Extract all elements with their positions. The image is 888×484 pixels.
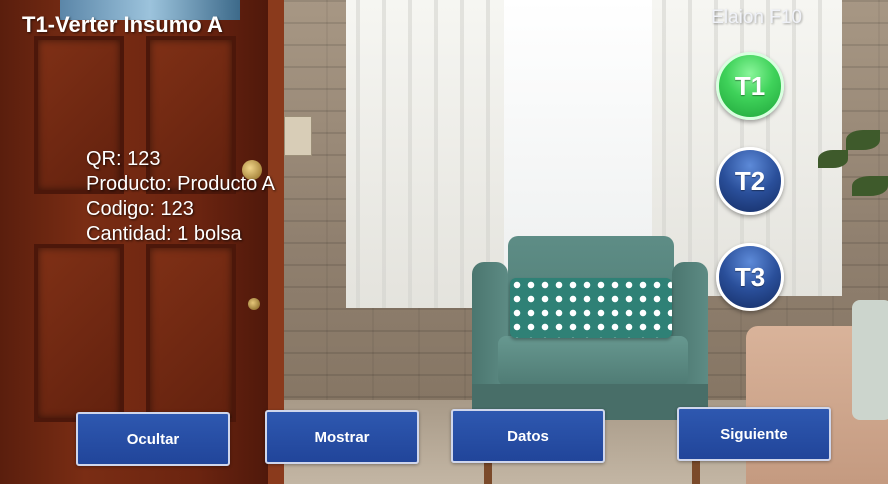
data-button[interactable]: Datos bbox=[451, 409, 605, 463]
hide-button[interactable]: Ocultar bbox=[76, 412, 230, 466]
next-button[interactable]: Siguiente bbox=[677, 407, 831, 461]
task-button-t2[interactable]: T2 bbox=[716, 147, 784, 215]
code-value: Codigo: 123 bbox=[86, 198, 194, 220]
product-value: Producto: Producto A bbox=[86, 173, 276, 195]
step-title: T1-Verter Insumo A bbox=[22, 12, 223, 37]
qr-value: QR: 123 bbox=[86, 148, 161, 170]
task-button-t3[interactable]: T3 bbox=[716, 243, 784, 311]
show-button[interactable]: Mostrar bbox=[265, 410, 419, 464]
device-name: Elaion F10 bbox=[711, 7, 802, 28]
ar-overlay: T1-Verter Insumo A Elaion F10 QR: 123 Pr… bbox=[0, 0, 888, 484]
task-button-t1[interactable]: T1 bbox=[716, 52, 784, 120]
product-info-panel: QR: 123 Producto: Producto A Codigo: 123… bbox=[86, 147, 275, 247]
quantity-value: Cantidad: 1 bolsa bbox=[86, 223, 242, 245]
